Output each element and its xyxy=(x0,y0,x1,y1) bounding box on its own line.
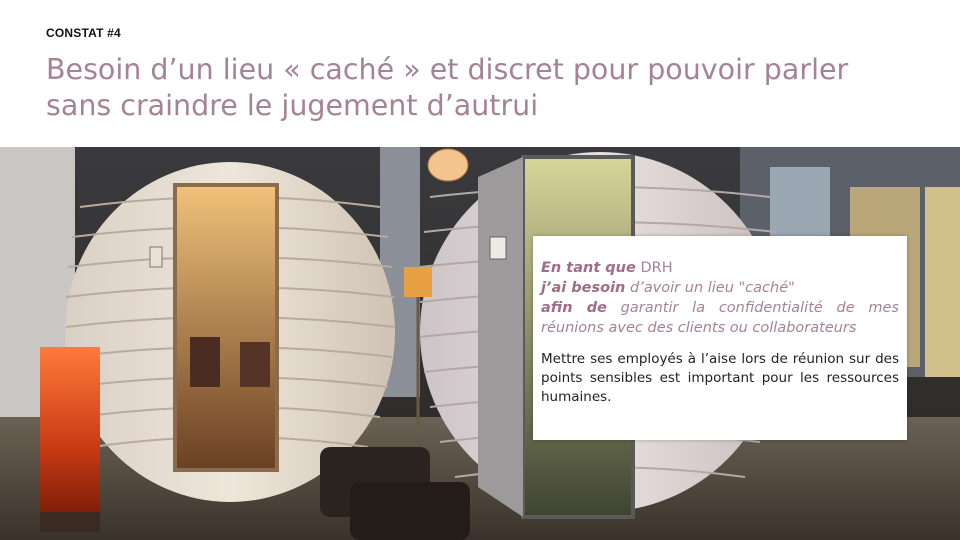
story-role-keyword: En tant que xyxy=(541,260,636,276)
user-story: En tant que DRH j’ai besoin d’avoir un l… xyxy=(541,258,899,338)
slide-header: CONSTAT #4 Besoin d’un lieu « caché » et… xyxy=(0,0,960,147)
story-need: d’avoir un lieu "caché" xyxy=(630,280,795,296)
story-role: DRH xyxy=(640,260,673,276)
story-goal-line: afin de garantir la confidentialité de m… xyxy=(541,298,899,338)
user-story-card: En tant que DRH j’ai besoin d’avoir un l… xyxy=(533,236,907,440)
story-need-keyword: j’ai besoin xyxy=(541,280,626,296)
story-goal-keyword: afin de xyxy=(541,300,607,316)
story-need-line: j’ai besoin d’avoir un lieu "caché" xyxy=(541,278,899,298)
slide-title: Besoin d’un lieu « caché » et discret po… xyxy=(46,53,849,122)
story-role-line: En tant que DRH xyxy=(541,258,899,278)
slide-tag: CONSTAT #4 xyxy=(46,26,121,40)
story-description: Mettre ses employés à l’aise lors de réu… xyxy=(541,351,899,405)
